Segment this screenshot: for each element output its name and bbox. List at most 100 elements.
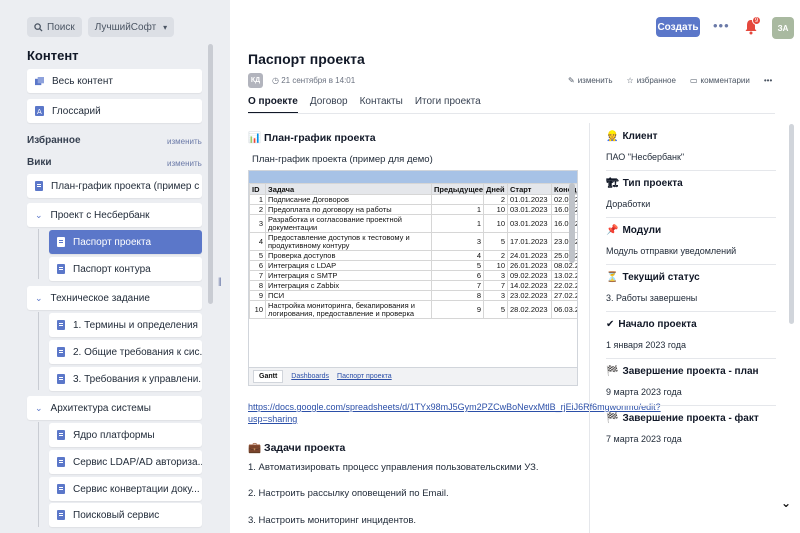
- sidebar-item-circuit-passport[interactable]: Паспорт контура: [49, 257, 202, 281]
- document-icon: [57, 320, 65, 330]
- sidebar-item-search-service[interactable]: Поисковый сервис: [49, 503, 202, 527]
- chevron-down-icon[interactable]: ⌄: [35, 293, 43, 304]
- favorites-heading: Избранное: [27, 135, 81, 146]
- panel-field-title: 🏁 Завершение проекта - факт: [606, 413, 776, 424]
- table-cell: 4: [249, 232, 266, 251]
- notifications-button[interactable]: 9: [744, 16, 761, 35]
- panel-field-value: Доработки: [606, 199, 651, 209]
- panel-field-icon: 🏗: [606, 178, 619, 189]
- schedule-heading-text: План-график проекта: [264, 132, 376, 144]
- table-cell: Интеграция с LDAP: [265, 260, 432, 271]
- table-row: 3 Разработка и согласование проектной док…: [249, 214, 577, 233]
- table-cell: Подписание Договоров: [265, 194, 432, 205]
- task-item: 2. Настроить рассылку оповещений по Emai…: [248, 488, 449, 499]
- schedule-heading: 📊 План-график проекта: [248, 131, 376, 144]
- sidebar-item-glossary[interactable]: A Глоссарий: [27, 99, 202, 123]
- sheet-tabs: Gantt Dashboards Паспорт проекта: [249, 367, 577, 385]
- tree-line: [38, 312, 39, 390]
- briefcase-icon: 💼: [248, 442, 262, 454]
- table-cell: 7: [249, 270, 266, 281]
- table-cell: 1: [431, 204, 484, 215]
- tab-contacts[interactable]: Контакты: [360, 96, 403, 114]
- chevron-down-icon[interactable]: ⌄: [781, 496, 799, 512]
- sheet-tab-dashboards[interactable]: Dashboards: [291, 373, 329, 380]
- sidebar-item-project-passport[interactable]: Паспорт проекта: [49, 230, 202, 254]
- table-header-cell: Предыдущее: [431, 183, 484, 195]
- table-cell: 14.02.2023: [507, 280, 552, 291]
- table-cell: 23.02.2023: [507, 290, 552, 301]
- sidebar-item-label: Ядро платформы: [73, 429, 155, 441]
- author-avatar[interactable]: КД: [248, 73, 263, 88]
- table-cell: 9: [431, 300, 484, 319]
- resize-handle-icon[interactable]: ||: [218, 276, 222, 286]
- document-icon: [57, 237, 65, 247]
- table-row: 9ПСИ8323.02.202327.02.2023: [249, 290, 577, 301]
- sidebar-item-project-nesberbank[interactable]: ⌄ Проект с Несбербанк: [27, 203, 202, 227]
- table-header-cell: ID: [249, 183, 266, 195]
- page-more-icon[interactable]: •••: [764, 76, 772, 85]
- sidebar-item-all-content[interactable]: Весь контент: [27, 69, 202, 93]
- sidebar-item-ldap-service[interactable]: Сервис LDAP/AD авториза...: [49, 450, 202, 474]
- search-button[interactable]: Поиск: [27, 17, 82, 37]
- comments-action[interactable]: ▭ комментарии: [690, 76, 750, 85]
- embedded-spreadsheet[interactable]: ID Задача Предыдущее Дней Старт Конец 1 Подписа…: [248, 170, 578, 386]
- table-header-cell: Задача: [265, 183, 432, 195]
- page-scrollbar[interactable]: [789, 124, 794, 324]
- table-cell: 17.01.2023: [507, 232, 552, 251]
- panel-field-title: 📌 Модули: [606, 225, 776, 236]
- table-row: 4 Предоставление доступов к тестовому и п…: [249, 232, 577, 251]
- table-cell: ПСИ: [265, 290, 432, 301]
- panel-field-title-text: Текущий статус: [622, 272, 700, 283]
- sidebar-item-conversion-service[interactable]: Сервис конвертации доку...: [49, 477, 202, 501]
- sidebar-item-platform-core[interactable]: Ядро платформы: [49, 423, 202, 447]
- table-cell: 1: [431, 214, 484, 233]
- clock-icon: ◷: [272, 76, 279, 85]
- table-cell: 27.02.2023: [551, 290, 577, 301]
- sheet-tab-passport[interactable]: Паспорт проекта: [337, 373, 392, 380]
- sidebar-item-architecture[interactable]: ⌄ Архитектура системы: [27, 396, 202, 420]
- tree-line: [38, 422, 39, 527]
- sidebar-item-schedule[interactable]: План-график проекта (пример с ...: [27, 174, 202, 198]
- panel-field-icon: 🏁: [606, 413, 619, 424]
- table-cell: Предоплата по договору на работы: [265, 204, 432, 215]
- tab-results[interactable]: Итоги проекта: [415, 96, 481, 114]
- favorites-edit-link[interactable]: изменить: [167, 137, 202, 146]
- sheet-tab-gantt[interactable]: Gantt: [253, 370, 284, 383]
- document-icon: [57, 374, 65, 384]
- panel-field: 👷 Клиент ПАО "Несбербанк": [606, 131, 776, 162]
- panel-field-title: 🏗 Тип проекта: [606, 178, 776, 189]
- space-selector[interactable]: ЛучшийСофт ▾: [87, 17, 175, 37]
- sidebar-item-label: Глоссарий: [52, 105, 101, 117]
- sidebar-item-label: Весь контент: [52, 75, 113, 87]
- panel-field-title-text: Начало проекта: [618, 319, 697, 330]
- edit-action[interactable]: ✎ изменить: [568, 76, 613, 85]
- panel-separator: [606, 358, 776, 359]
- sidebar-item-label: Проект с Несбербанк: [50, 209, 150, 221]
- table-cell: [431, 194, 484, 205]
- table-cell: 28.02.2023: [507, 300, 552, 319]
- panel-field-icon: ⏳: [606, 272, 619, 283]
- table-cell: 26.01.2023: [507, 260, 552, 271]
- chevron-down-icon[interactable]: ⌄: [35, 210, 43, 221]
- more-menu-icon[interactable]: •••: [713, 18, 730, 33]
- sidebar-item-terms[interactable]: 1. Термины и определения: [49, 313, 202, 337]
- user-avatar[interactable]: ЗА: [772, 17, 794, 39]
- sidebar-item-general-req[interactable]: 2. Общие требования к сис...: [49, 340, 202, 364]
- chevron-down-icon[interactable]: ⌄: [35, 403, 43, 414]
- table-cell: 3: [483, 290, 508, 301]
- tab-contract[interactable]: Договор: [310, 96, 348, 114]
- sidebar-item-tech-spec[interactable]: ⌄ Техническое задание: [27, 286, 202, 310]
- sheet-scrollbar[interactable]: [569, 183, 575, 263]
- create-button[interactable]: Создать: [656, 17, 700, 37]
- sidebar-scrollbar[interactable]: [208, 44, 213, 304]
- favorite-action[interactable]: ☆ избранное: [627, 76, 676, 85]
- table-cell: 9: [249, 290, 266, 301]
- document-icon: [57, 457, 65, 467]
- sidebar-item-label: План-график проекта (пример с ...: [51, 180, 202, 192]
- sidebar-item-mgmt-req[interactable]: 3. Требования к управлени...: [49, 367, 202, 391]
- tab-about[interactable]: О проекте: [248, 96, 298, 114]
- wiki-edit-link[interactable]: изменить: [167, 159, 202, 168]
- table-cell: 2: [483, 194, 508, 205]
- spreadsheet-link[interactable]: https://docs.google.com/spreadsheets/d/1…: [248, 401, 661, 425]
- space-label: ЛучшийСофт: [94, 21, 157, 33]
